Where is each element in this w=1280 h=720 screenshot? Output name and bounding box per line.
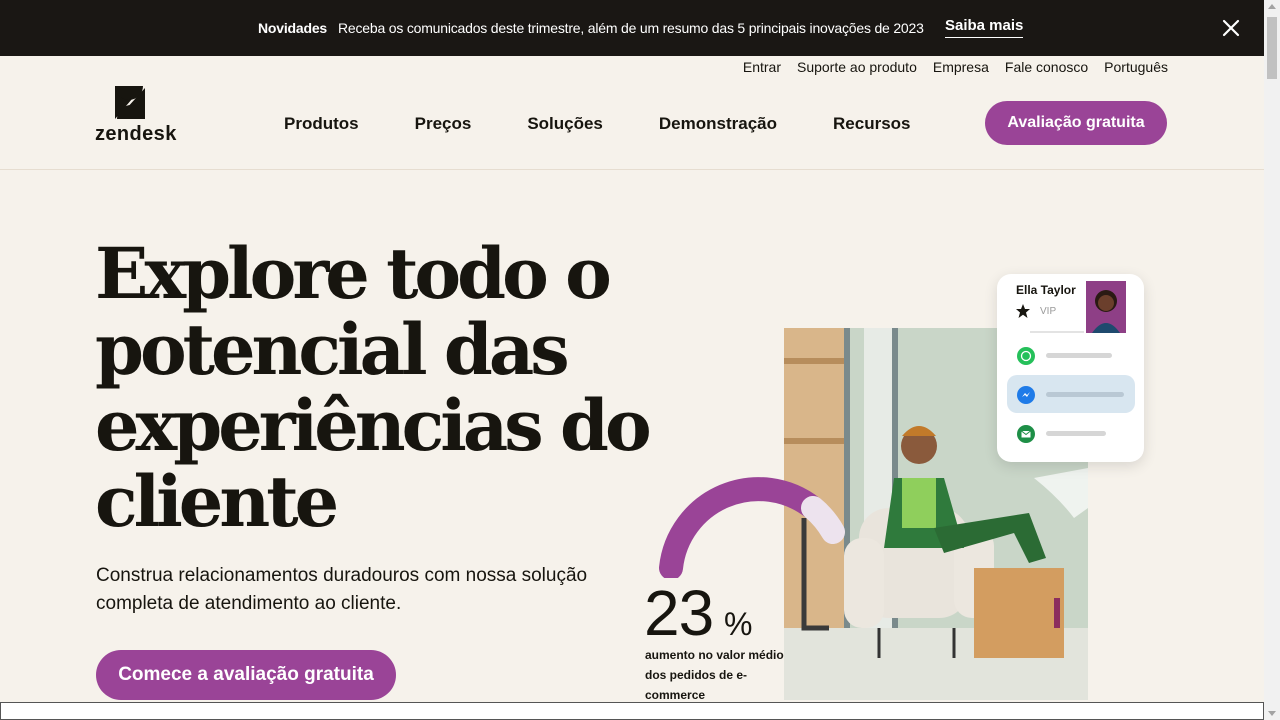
stat-arc-graphic [655,468,855,580]
avatar [1086,281,1126,333]
utility-nav-company[interactable]: Empresa [933,59,989,75]
scroll-down-arrow-icon[interactable] [1268,711,1276,716]
nav-resources[interactable]: Recursos [833,114,910,134]
stat-caption: aumento no valor médio dos pedidos de e-… [645,648,784,702]
free-trial-button[interactable]: Avaliação gratuita [985,101,1167,145]
email-icon [1017,425,1035,443]
card-divider [1030,331,1084,333]
channel-row-email [1007,414,1135,452]
customer-name: Ella Taylor [1016,283,1076,297]
zendesk-logo[interactable]: zendesk [95,83,185,145]
customer-tier: VIP [1040,306,1057,317]
announcement-label: Novidades [258,20,327,36]
hero-title: Explore todo o potencial das experiência… [95,232,652,543]
whatsapp-icon [1017,347,1035,365]
announcement-message: Receba os comunicados deste trimestre, a… [338,20,924,36]
start-free-trial-button[interactable]: Comece a avaliação gratuita [96,650,396,700]
bottom-overlay-bar [0,702,1264,720]
zendesk-logo-icon [115,86,145,119]
utility-nav-product-support[interactable]: Suporte ao produto [797,59,917,75]
announcement-bar: Novidades Receba os comunicados deste tr… [0,0,1264,56]
announcement-text: Novidades Receba os comunicados deste tr… [258,0,924,56]
nav-demo[interactable]: Demonstração [659,114,777,134]
logo-wordmark: zendesk [95,123,177,145]
customer-profile-card: Ella Taylor VIP [997,274,1144,462]
utility-nav-sign-in[interactable]: Entrar [743,59,781,75]
nav-solutions[interactable]: Soluções [527,114,603,134]
stat-unit: % [724,606,753,642]
star-icon [1015,303,1031,319]
channel-placeholder-line [1046,392,1124,397]
utility-nav-language[interactable]: Português [1104,59,1168,75]
scrollbar-thumb[interactable] [1267,17,1277,79]
main-nav: Produtos Preços Soluções Demonstração Re… [284,114,967,134]
announcement-learn-more-link[interactable]: Saiba mais [945,17,1024,38]
close-icon[interactable] [1219,16,1243,40]
page-scrollbar[interactable] [1264,0,1280,720]
utility-nav: Entrar Suporte ao produto Empresa Fale c… [743,59,1168,75]
utility-nav-contact[interactable]: Fale conosco [1005,59,1088,75]
channel-placeholder-line [1046,431,1106,436]
channel-placeholder-line [1046,353,1112,358]
nav-products[interactable]: Produtos [284,114,359,134]
site-header: Entrar Suporte ao produto Empresa Fale c… [0,56,1264,170]
scroll-up-arrow-icon[interactable] [1268,4,1276,9]
hero-subtitle: Construa relacionamentos duradouros com … [96,565,588,614]
messenger-icon [1017,386,1035,404]
channel-row-messenger [1007,375,1135,413]
nav-pricing[interactable]: Preços [415,114,472,134]
stat-value: 23 [644,577,714,649]
channel-row-whatsapp [1007,336,1135,374]
